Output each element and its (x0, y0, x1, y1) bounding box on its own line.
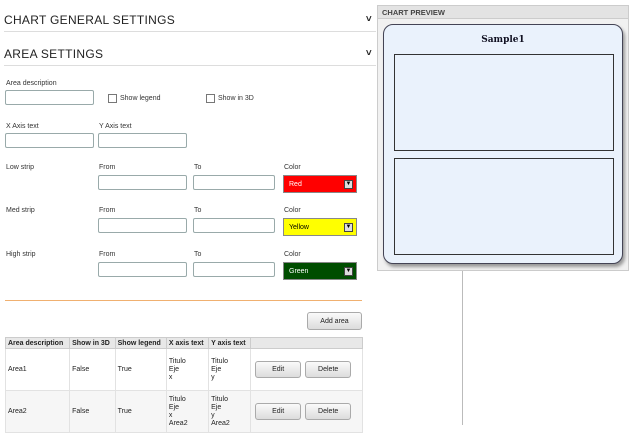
areas-table: Area description Show in 3D Show legend … (4, 337, 363, 433)
cell-show-legend: True (114, 390, 167, 433)
high-strip-label: High strip (6, 251, 36, 258)
column-header: Show in 3D (69, 337, 116, 349)
divider (462, 270, 463, 425)
cell-x-axis-text: Titulo Eje x Area2 (165, 390, 210, 433)
to-label: To (194, 207, 202, 214)
x-axis-label: X Axis text (6, 123, 39, 130)
dropdown-arrow-icon[interactable]: ▼ (344, 223, 353, 232)
text-line: Titulo (211, 357, 228, 365)
from-label: From (99, 251, 116, 258)
cell-show-legend: True (114, 348, 167, 391)
column-header: Y axis text (208, 337, 252, 349)
text-line: Eje (211, 365, 222, 373)
cell-y-axis-text: Titulo Eje y Area2 (208, 390, 252, 433)
table-header-row: Area description Show in 3D Show legend … (4, 337, 363, 349)
from-label: From (99, 164, 116, 171)
chart-area-2 (394, 158, 614, 255)
color-value: Green (289, 267, 309, 275)
y-axis-label: Y Axis text (99, 123, 132, 130)
from-label: From (99, 207, 116, 214)
low-strip-to-input[interactable] (193, 175, 275, 190)
med-strip-color-select[interactable]: Yellow ▼ (283, 218, 357, 236)
med-strip-to-input[interactable] (193, 218, 275, 233)
cell-show-3d: False (69, 390, 116, 433)
text-line: Eje (168, 403, 180, 411)
cell-actions: Edit Delete (250, 390, 363, 433)
area-description-label: Area description (6, 80, 57, 87)
to-label: To (194, 251, 202, 258)
color-label: Color (284, 251, 301, 258)
cell-area-description: Area2 (4, 390, 71, 433)
chevron-down-icon[interactable]: ˅ (366, 48, 372, 59)
color-value: Yellow (289, 223, 309, 231)
chart-general-settings-header[interactable]: CHART GENERAL SETTINGS ˅ (4, 8, 376, 32)
add-area-button[interactable]: Add area (307, 312, 362, 330)
chart-preview-header: CHART PREVIEW (378, 6, 628, 19)
text-line: y (211, 411, 215, 419)
low-strip-label: Low strip (6, 164, 35, 171)
color-label: Color (284, 207, 301, 214)
section-title: AREA SETTINGS (4, 46, 104, 61)
text-line: Area2 (168, 419, 188, 427)
column-header: Show legend (114, 337, 167, 349)
cell-actions: Edit Delete (250, 348, 363, 391)
chart-title: Sample1 (481, 35, 525, 45)
y-axis-input[interactable] (98, 133, 187, 148)
chart-area-1 (394, 54, 614, 151)
cell-area-description: Area1 (4, 348, 71, 391)
text-line: Eje (211, 403, 222, 411)
edit-button[interactable]: Edit (255, 403, 302, 420)
low-strip-from-input[interactable] (98, 175, 187, 190)
text-line: Titulo (168, 395, 186, 403)
show-3d-label: Show in 3D (218, 95, 254, 102)
area-description-input[interactable] (5, 90, 94, 105)
chart-preview-card: Sample1 (383, 24, 623, 264)
table-row: Area1 False True Titulo Eje x Titulo Eje… (4, 348, 363, 391)
med-strip-from-input[interactable] (98, 218, 187, 233)
to-label: To (194, 164, 202, 171)
dropdown-arrow-icon[interactable]: ▼ (344, 267, 353, 276)
column-header: X axis text (165, 337, 210, 349)
show-3d-checkbox[interactable] (206, 94, 215, 103)
text-line: Area2 (211, 419, 230, 427)
column-header: Area description (4, 337, 71, 349)
cell-show-3d: False (69, 348, 116, 391)
color-label: Color (284, 164, 301, 171)
text-line: x (168, 373, 173, 381)
text-line: Eje (168, 365, 180, 373)
color-value: Red (289, 180, 302, 188)
x-axis-input[interactable] (5, 133, 94, 148)
table-row: Area2 False True Titulo Eje x Area2 Titu… (4, 390, 363, 433)
text-line: Titulo (168, 357, 186, 365)
area-settings-header[interactable]: AREA SETTINGS ˅ (4, 42, 376, 66)
cell-x-axis-text: Titulo Eje x (165, 348, 210, 391)
dropdown-arrow-icon[interactable]: ▼ (344, 180, 353, 189)
show-legend-label: Show legend (120, 95, 161, 102)
high-strip-from-input[interactable] (98, 262, 187, 277)
column-header-actions (250, 337, 363, 349)
cell-y-axis-text: Titulo Eje y (208, 348, 252, 391)
chevron-down-icon[interactable]: ˅ (366, 14, 372, 25)
high-strip-to-input[interactable] (193, 262, 275, 277)
med-strip-label: Med strip (6, 207, 35, 214)
show-legend-checkbox[interactable] (108, 94, 117, 103)
section-title: CHART GENERAL SETTINGS (4, 12, 176, 27)
delete-button[interactable]: Delete (305, 403, 352, 420)
delete-button[interactable]: Delete (305, 361, 352, 378)
low-strip-color-select[interactable]: Red ▼ (283, 175, 357, 193)
high-strip-color-select[interactable]: Green ▼ (283, 262, 357, 280)
divider (5, 300, 362, 301)
text-line: Titulo (211, 395, 228, 403)
text-line: x (168, 411, 173, 419)
chart-preview-panel: CHART PREVIEW Sample1 (377, 5, 629, 271)
edit-button[interactable]: Edit (255, 361, 302, 378)
text-line: y (211, 373, 215, 381)
